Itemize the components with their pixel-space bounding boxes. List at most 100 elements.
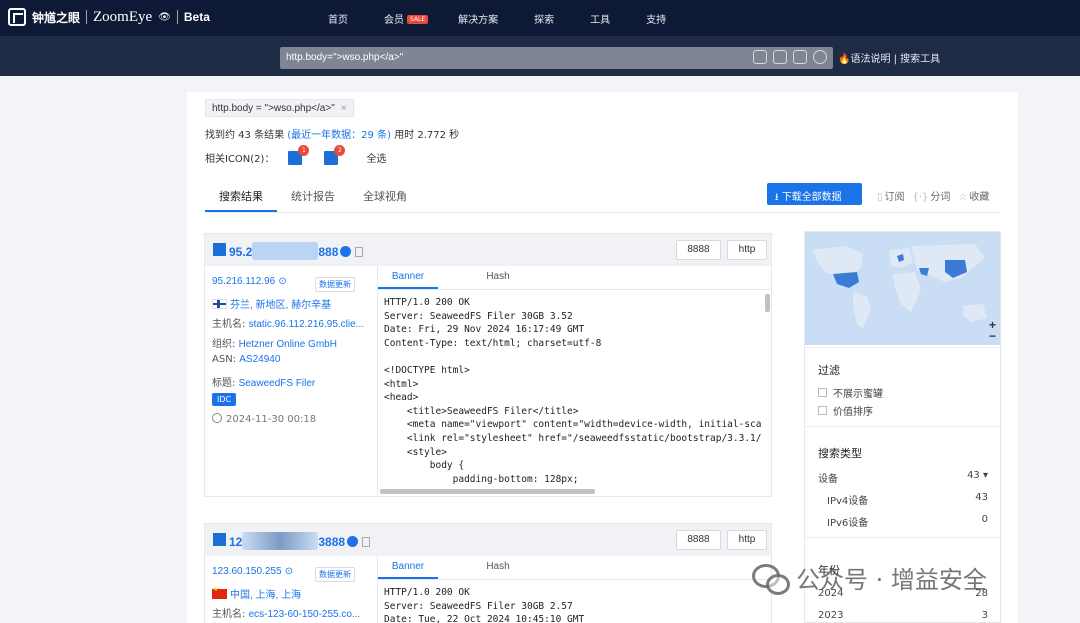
banner-text: HTTP/1.0 200 OK Server: SeaweedFS Filer … <box>384 587 585 623</box>
banner-panel: Banner Hash HTTP/1.0 200 OK Server: Seaw… <box>377 556 771 623</box>
favorite-label: 收藏 <box>969 192 990 203</box>
select-all-button[interactable]: 全选 <box>366 150 386 165</box>
ip-link[interactable]: 123.60.150.255 <box>212 566 282 577</box>
nav-tools[interactable]: 工具 <box>590 11 610 26</box>
watermark-text: 公众号 · 增益安全 <box>796 566 987 594</box>
filter-chip-label: http.body = ">wso.php</a>" <box>212 103 335 114</box>
nav-membership-label: 会员 <box>384 15 404 26</box>
eye-icon: 👁 <box>158 11 171 23</box>
divider <box>805 347 1000 348</box>
tab-stats-report[interactable]: 统计报告 <box>277 188 349 212</box>
nav-solutions[interactable]: 解决方案 <box>458 11 498 26</box>
search-icon[interactable] <box>813 50 827 64</box>
logo[interactable]: 钟馗之眼 ZoomEye 👁 Beta <box>8 8 210 26</box>
location[interactable]: 芬兰, 新地区, 赫尔辛基 <box>230 300 331 311</box>
year-count: 3 <box>981 610 988 621</box>
org-label: 组织: <box>212 338 236 350</box>
sale-badge: SALE <box>407 15 429 24</box>
nav-explore[interactable]: 探索 <box>534 11 554 26</box>
count-badge: 2 <box>334 144 346 156</box>
result-header: 95.2 888 8888 http <box>205 234 771 266</box>
hostname-label: 主机名: <box>212 609 246 620</box>
hostname[interactable]: static.96.112.216.95.clie... <box>249 319 364 330</box>
host-info: 95.216.112.96 ⊙ 芬兰, 新地区, 赫尔辛基 主机名: stati… <box>212 276 364 432</box>
tokenize-button[interactable]: {·} 分词 <box>913 188 951 203</box>
clock-icon <box>212 412 222 423</box>
filter-title: 过滤 <box>818 364 840 377</box>
port-button[interactable]: 8888 <box>676 530 721 550</box>
tab-hash[interactable]: Hash <box>468 266 528 289</box>
scan-icon[interactable] <box>753 50 767 64</box>
hostname-label: 主机名: <box>212 319 246 330</box>
download-all-button[interactable]: ⭳ 下载全部数据 <box>767 183 862 205</box>
ipv6-label: IPv6设备 <box>827 518 869 529</box>
favorite-button[interactable]: ☆ 收藏 <box>958 188 989 203</box>
value-sort-checkbox[interactable]: 价值排序 <box>818 403 873 418</box>
ipv4-row[interactable]: IPv4设备 43 <box>827 492 988 507</box>
syntax-help-link[interactable]: 🔥语法说明 | 搜索工具 <box>838 50 940 65</box>
subscribe-icon: ▯ <box>877 192 883 203</box>
document-icon[interactable] <box>355 247 364 257</box>
honeypot-filter-checkbox[interactable]: 不展示蜜罐 <box>818 385 883 400</box>
arrow-circle-icon[interactable]: ⊙ <box>278 276 286 287</box>
nav-membership[interactable]: 会员 SALE <box>384 11 429 26</box>
divider <box>805 426 1000 427</box>
arrow-circle-icon[interactable] <box>347 536 359 547</box>
zoom-out-button[interactable]: − <box>989 329 996 343</box>
document-icon[interactable] <box>362 537 371 547</box>
image-search-icon[interactable] <box>773 50 787 64</box>
checkbox[interactable] <box>818 406 827 415</box>
horizontal-scrollbar[interactable] <box>380 489 595 494</box>
protocol-button[interactable]: http <box>727 530 767 550</box>
arrow-circle-icon[interactable] <box>340 246 352 257</box>
year-row[interactable]: 2023 3 <box>818 610 988 621</box>
title-label: 标题: <box>212 377 236 389</box>
org[interactable]: Hetzner Online GmbH <box>239 339 337 350</box>
device-type-row[interactable]: 设备 43 ▾ <box>818 470 988 485</box>
redacted-block <box>252 242 319 260</box>
location[interactable]: 中国, 上海, 上海 <box>230 590 301 601</box>
data-update-button[interactable]: 数据更新 <box>315 567 355 582</box>
idc-tag[interactable]: IDC <box>212 393 237 406</box>
host-link[interactable]: 95.2 888 <box>229 242 364 260</box>
vertical-scrollbar[interactable] <box>765 294 770 312</box>
subscribe-label: 订阅 <box>884 192 905 203</box>
ipv4-count: 43 <box>975 492 988 503</box>
ipv6-count: 0 <box>981 514 988 525</box>
favicon-icon[interactable]: 2 <box>324 144 346 165</box>
host-icon <box>213 533 226 546</box>
subscribe-button[interactable]: ▯ 订阅 <box>877 188 905 203</box>
capture-icon[interactable] <box>793 50 807 64</box>
download-icon: ⭳ <box>775 192 782 203</box>
tab-banner[interactable]: Banner <box>378 266 438 289</box>
host-link[interactable]: 12 3888 <box>229 532 371 550</box>
filter-chip[interactable]: http.body = ">wso.php</a>" × <box>205 99 354 117</box>
related-icons: 相关ICON(2)： 1 2 全选 <box>205 144 386 165</box>
tab-search-results[interactable]: 搜索结果 <box>205 188 277 212</box>
favicon-icon[interactable]: 1 <box>288 144 310 165</box>
year-label: 2023 <box>818 610 844 621</box>
protocol-button[interactable]: http <box>727 240 767 260</box>
checkbox[interactable] <box>818 388 827 397</box>
ip-link[interactable]: 95.216.112.96 <box>212 276 275 287</box>
ipv6-row[interactable]: IPv6设备 0 <box>827 514 988 529</box>
result-header: 12 3888 8888 http <box>205 524 771 556</box>
honeypot-filter-label: 不展示蜜罐 <box>833 389 883 400</box>
tab-hash[interactable]: Hash <box>468 556 528 579</box>
tab-banner[interactable]: Banner <box>378 556 438 579</box>
nav-support[interactable]: 支持 <box>646 11 666 26</box>
asn[interactable]: AS24940 <box>239 354 280 365</box>
download-label: 下载全部数据 <box>781 192 842 203</box>
data-update-button[interactable]: 数据更新 <box>315 277 355 292</box>
recent-count-link[interactable]: (最近一年数据：29 条) <box>287 130 391 141</box>
page-title[interactable]: SeaweedFS Filer <box>239 378 316 389</box>
hostname[interactable]: ecs-123-60-150-255.co... <box>249 609 361 620</box>
zoomeye-logo-icon <box>8 8 26 26</box>
close-icon[interactable]: × <box>341 103 347 114</box>
port-button[interactable]: 8888 <box>676 240 721 260</box>
tab-global-view[interactable]: 全球视角 <box>349 188 421 212</box>
nav-home[interactable]: 首页 <box>328 11 348 26</box>
world-map[interactable]: + − <box>805 232 1000 345</box>
search-input[interactable]: http.body=">wso.php</a>" <box>280 47 833 69</box>
arrow-circle-icon[interactable]: ⊙ <box>285 566 293 577</box>
